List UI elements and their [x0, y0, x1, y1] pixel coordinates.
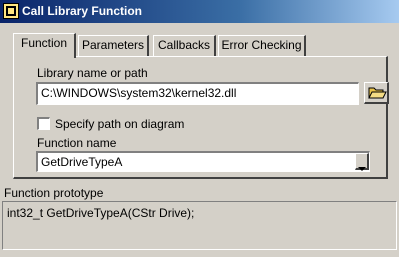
tab-label: Error Checking — [221, 38, 302, 52]
title-bar[interactable]: Call Library Function — [0, 0, 399, 23]
tab-label: Callbacks — [157, 38, 211, 52]
dropdown-arrow-icon — [358, 159, 366, 171]
labview-function-icon — [3, 3, 19, 19]
function-name-label: Function name — [37, 136, 117, 150]
prototype-text: int32_t GetDriveTypeA(CStr Drive); — [7, 206, 195, 220]
specify-path-label: Specify path on diagram — [55, 117, 185, 131]
function-tab-panel: Library name or path C:\WINDOWS\system32… — [13, 56, 389, 179]
prototype-label: Function prototype — [4, 186, 104, 200]
dropdown-button[interactable] — [355, 153, 369, 171]
library-path-field[interactable]: C:\WINDOWS\system32\kernel32.dll — [36, 82, 359, 105]
library-path-label: Library name or path — [37, 66, 148, 80]
tab-label: Parameters — [81, 38, 145, 52]
specify-path-checkbox[interactable] — [37, 117, 50, 130]
tab-error-checking[interactable]: Error Checking — [218, 35, 306, 57]
tab-parameters[interactable]: Parameters — [78, 35, 149, 57]
prototype-box: int32_t GetDriveTypeA(CStr Drive); — [2, 201, 397, 250]
function-name-select[interactable]: GetDriveTypeA — [36, 151, 370, 172]
window-title: Call Library Function — [22, 4, 143, 18]
tab-label: Function — [20, 36, 68, 50]
browse-button[interactable] — [364, 82, 389, 104]
tab-function[interactable]: Function — [13, 33, 76, 58]
tab-callbacks[interactable]: Callbacks — [153, 35, 216, 57]
folder-open-icon — [367, 84, 387, 105]
function-name-value: GetDriveTypeA — [41, 155, 123, 169]
